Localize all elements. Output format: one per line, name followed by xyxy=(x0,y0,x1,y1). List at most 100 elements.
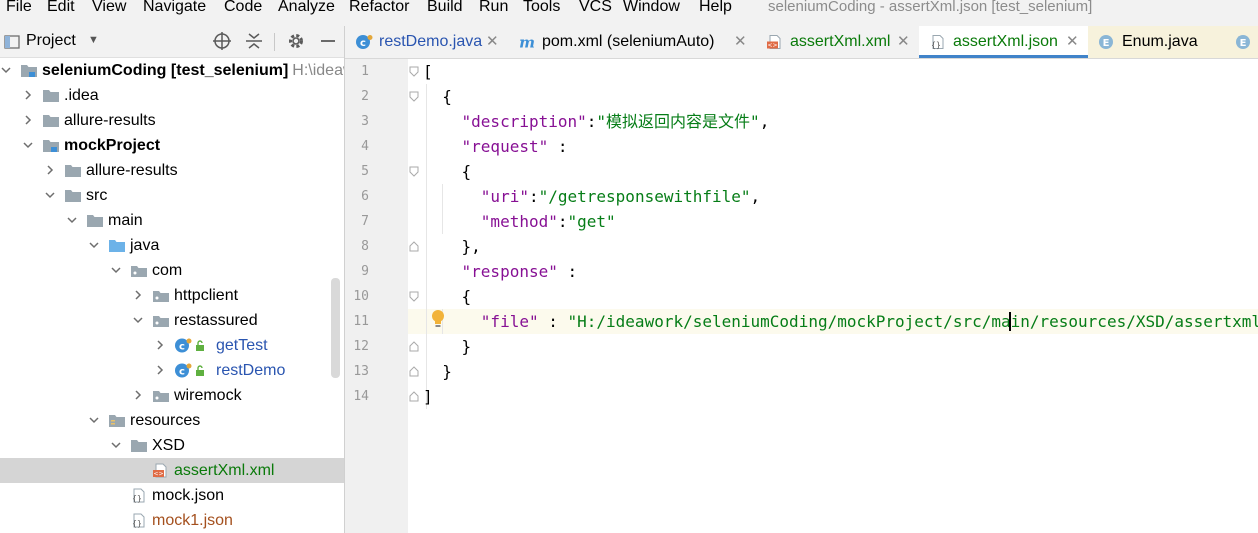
chevron-down-icon[interactable] xyxy=(22,139,34,151)
menu-item[interactable]: Analyze xyxy=(278,0,335,17)
menu-item[interactable]: Edit xyxy=(47,0,75,17)
fold-marker-icon[interactable] xyxy=(409,291,419,302)
code-line[interactable]: "description":"模拟返回内容是文件", xyxy=(423,109,770,134)
collapse-all-icon[interactable] xyxy=(244,31,264,51)
chevron-right-icon[interactable] xyxy=(132,289,144,301)
fold-marker-icon[interactable] xyxy=(409,166,419,177)
code-line[interactable]: { xyxy=(423,159,472,184)
menu-item[interactable]: Run xyxy=(479,0,508,17)
tree-item[interactable]: c getTest xyxy=(0,333,344,358)
menu-item[interactable]: Refactor xyxy=(349,0,409,17)
tree-item[interactable]: main xyxy=(0,208,344,233)
json-punct: : xyxy=(557,212,568,231)
folder-icon xyxy=(43,115,59,127)
close-icon[interactable]: ✕ xyxy=(734,32,747,50)
gear-icon[interactable] xyxy=(286,31,306,51)
tree-item[interactable]: seleniumCoding [test_selenium]H:\ideaw xyxy=(0,58,344,83)
code-line[interactable]: ] xyxy=(423,384,433,409)
fold-marker-icon[interactable] xyxy=(409,241,419,252)
editor-tab[interactable]: m pom.xml (seleniumAuto) ✕ xyxy=(508,26,756,58)
json-punct: { xyxy=(423,162,472,181)
chevron-right-icon[interactable] xyxy=(154,339,166,351)
menu-item[interactable]: Help xyxy=(699,0,732,17)
chevron-right-icon[interactable] xyxy=(22,89,34,101)
fold-marker-icon[interactable] xyxy=(409,341,419,352)
editor-tab[interactable]: {} assertXml.json ✕ xyxy=(919,26,1088,58)
chevron-down-icon[interactable] xyxy=(44,189,56,201)
crosshair-icon[interactable] xyxy=(212,31,232,51)
chevron-down-icon[interactable] xyxy=(88,414,100,426)
menu-item[interactable]: View xyxy=(92,0,126,17)
tree-item[interactable]: {} mock.json xyxy=(0,483,344,508)
tree-item[interactable]: httpclient xyxy=(0,283,344,308)
fold-marker-icon[interactable] xyxy=(409,66,419,77)
tree-item[interactable]: com xyxy=(0,258,344,283)
code-line[interactable]: { xyxy=(423,284,472,309)
module-folder-icon xyxy=(43,140,59,152)
menu-item[interactable]: Navigate xyxy=(143,0,206,17)
maven-icon: m xyxy=(519,34,535,52)
tree-item[interactable]: XSD xyxy=(0,433,344,458)
project-scrollbar[interactable] xyxy=(331,278,340,378)
code-line[interactable]: } xyxy=(423,334,472,359)
tree-item[interactable]: wiremock xyxy=(0,383,344,408)
close-icon[interactable]: ✕ xyxy=(1066,32,1079,50)
menu-item[interactable]: Code xyxy=(224,0,262,17)
chevron-down-icon[interactable] xyxy=(88,239,100,251)
chevron-right-icon[interactable] xyxy=(154,364,166,376)
code-line[interactable]: [ xyxy=(423,59,433,84)
code-line[interactable]: "response" : xyxy=(423,259,578,284)
code-line[interactable]: }, xyxy=(423,234,481,259)
code-line[interactable]: "uri":"/getresponsewithfile", xyxy=(423,184,760,209)
menu-item[interactable]: VCS xyxy=(579,0,612,17)
chevron-down-icon[interactable] xyxy=(110,439,122,451)
tree-item[interactable]: .idea xyxy=(0,83,344,108)
tree-item[interactable]: mockProject xyxy=(0,133,344,158)
tree-item[interactable]: <> assertXml.xml xyxy=(0,458,344,483)
fold-marker-icon[interactable] xyxy=(409,391,419,402)
chevron-down-icon[interactable] xyxy=(66,214,78,226)
tree-item[interactable]: {} mock1.json xyxy=(0,508,344,533)
json-punct: } xyxy=(423,362,452,381)
tree-item[interactable]: java xyxy=(0,233,344,258)
svg-text:m: m xyxy=(519,34,535,52)
minimize-icon[interactable] xyxy=(318,31,338,51)
chevron-right-icon[interactable] xyxy=(132,389,144,401)
editor-tab[interactable]: <> assertXml.xml ✕ xyxy=(756,26,919,58)
chevron-down-icon[interactable]: ▼ xyxy=(88,34,99,46)
chevron-down-icon[interactable] xyxy=(132,314,144,326)
project-pane-header: Project ▼ xyxy=(0,26,344,58)
code-line[interactable]: "method":"get" xyxy=(423,209,616,234)
tree-item[interactable]: src xyxy=(0,183,344,208)
menu-item[interactable]: Build xyxy=(427,0,463,17)
close-icon[interactable]: ✕ xyxy=(486,32,499,50)
chevron-right-icon[interactable] xyxy=(22,114,34,126)
chevron-down-icon[interactable] xyxy=(0,64,12,76)
chevron-right-icon[interactable] xyxy=(44,164,56,176)
lightbulb-icon[interactable] xyxy=(430,309,446,329)
code-line[interactable]: { xyxy=(423,84,452,109)
code-line[interactable]: } xyxy=(423,359,452,384)
json-string: "H:/ideawork/seleniumCoding/mockProject/… xyxy=(567,312,1258,331)
menu-item[interactable]: File xyxy=(6,0,32,17)
tree-item[interactable]: allure-results xyxy=(0,158,344,183)
editor-tab[interactable]: c restDemo.java ✕ xyxy=(345,26,508,58)
editor-tab-overflow[interactable]: E xyxy=(1225,26,1258,58)
json-string: "/getresponsewithfile" xyxy=(538,187,751,206)
tree-item[interactable]: resources xyxy=(0,408,344,433)
menu-item[interactable]: Tools xyxy=(523,0,560,17)
fold-marker-icon[interactable] xyxy=(409,366,419,377)
folder-icon xyxy=(65,190,81,202)
tree-item[interactable]: c restDemo xyxy=(0,358,344,383)
code-line[interactable]: "request" : xyxy=(423,134,568,159)
code-line[interactable]: "file" : "H:/ideawork/seleniumCoding/moc… xyxy=(423,309,1258,334)
json-punct: } xyxy=(423,337,472,356)
tree-item[interactable]: restassured xyxy=(0,308,344,333)
chevron-down-icon[interactable] xyxy=(110,264,122,276)
menu-item[interactable]: Window xyxy=(623,0,680,17)
code-editor[interactable]: 1 2 3 4 5 6 7 8 9 10 11 12 13 14 [ { "description":"模… xyxy=(345,59,1258,533)
fold-marker-icon[interactable] xyxy=(409,91,419,102)
tree-item[interactable]: allure-results xyxy=(0,108,344,133)
close-icon[interactable]: ✕ xyxy=(897,32,910,50)
project-pane-title[interactable]: Project xyxy=(26,32,76,50)
